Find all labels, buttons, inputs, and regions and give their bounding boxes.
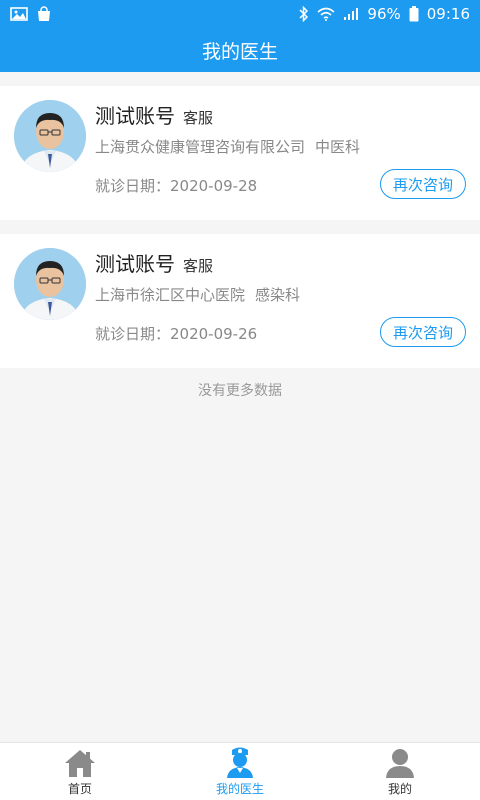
doctor-title: 客服 (183, 257, 214, 275)
page-title: 我的医生 (201, 40, 278, 63)
wifi-icon (317, 7, 335, 21)
doctor-department: 感染科 (255, 286, 301, 304)
bluetooth-icon (299, 6, 309, 22)
doctor-card[interactable]: 测试账号 客服 上海市徐汇区中心医院 感染科 就诊日期：2020-09-26 再次… (0, 234, 480, 368)
doctor-hospital: 上海市徐汇区中心医院 (95, 286, 246, 304)
doctor-hospital-line: 上海市徐汇区中心医院 感染科 (95, 284, 300, 305)
consult-again-button[interactable]: 再次咨询 (380, 317, 466, 347)
battery-icon (409, 6, 419, 22)
status-bar: 96% 09:16 (0, 0, 480, 28)
bottom-tab-bar: 首页 我的医生 我的 (0, 742, 480, 800)
doctor-icon (227, 747, 253, 778)
doctor-hospital-line: 上海贯众健康管理咨询有限公司 中医科 (95, 136, 360, 157)
doctor-avatar (14, 248, 86, 320)
list-end-text: 没有更多数据 (198, 383, 282, 399)
home-icon (65, 750, 95, 777)
page-header: 我的医生 (0, 28, 480, 72)
doctor-list: 测试账号 客服 上海贯众健康管理咨询有限公司 中医科 就诊日期：2020-09-2… (0, 86, 480, 382)
visit-date: 就诊日期：2020-09-28 (95, 177, 258, 195)
tab-label: 我的医生 (215, 782, 264, 796)
doctor-title: 客服 (183, 109, 214, 127)
clock: 09:16 (426, 5, 470, 23)
doctor-hospital: 上海贯众健康管理咨询有限公司 (95, 138, 306, 156)
image-icon (10, 7, 28, 21)
tab-label: 我的 (387, 782, 412, 796)
consult-again-button[interactable]: 再次咨询 (380, 169, 466, 199)
doctor-avatar (14, 100, 86, 172)
battery-percent: 96% (367, 5, 401, 23)
tab-mine[interactable]: 我的 (320, 743, 480, 800)
doctor-department: 中医科 (315, 138, 361, 156)
doctor-card[interactable]: 测试账号 客服 上海贯众健康管理咨询有限公司 中医科 就诊日期：2020-09-2… (0, 86, 480, 220)
signal-icon (344, 8, 359, 20)
tab-home[interactable]: 首页 (0, 743, 160, 800)
visit-date: 就诊日期：2020-09-26 (95, 325, 258, 343)
doctor-name: 测试账号 (95, 104, 175, 128)
shopping-bag-icon (38, 6, 50, 21)
tab-my-doctor[interactable]: 我的医生 (160, 743, 320, 800)
doctor-name: 测试账号 (95, 252, 175, 276)
tab-label: 首页 (67, 782, 92, 796)
user-icon (386, 749, 414, 778)
